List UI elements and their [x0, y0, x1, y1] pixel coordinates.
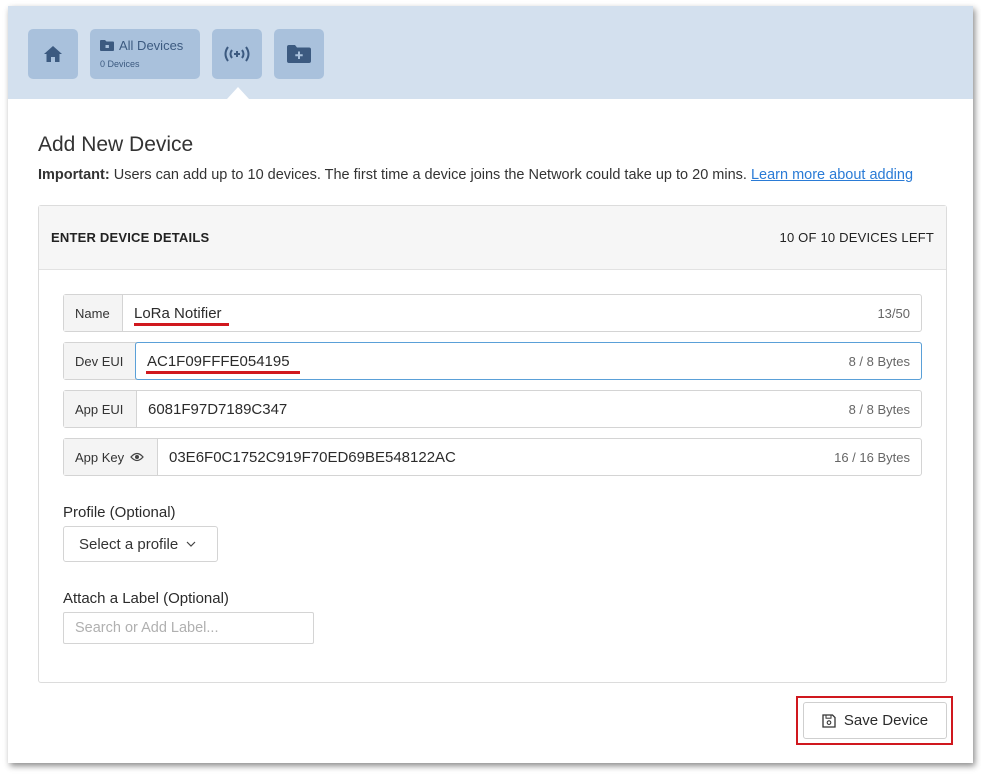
notice-text: Users can add up to 10 devices. The firs… [109, 167, 751, 183]
name-char-count: 13/50 [877, 305, 910, 321]
app-eui-value: 6081F97D7189C347 [148, 400, 288, 418]
dev-eui-field: Dev EUI AC1F09FFFE054195 8 / 8 Bytes [63, 342, 922, 380]
profile-select-value: Select a profile [79, 535, 179, 553]
home-button[interactable] [28, 29, 78, 79]
app-key-input[interactable]: 03E6F0C1752C919F70ED69BE548122AC 16 / 16… [158, 439, 921, 475]
important-notice: Important: Users can add up to 10 device… [38, 167, 973, 183]
app-key-value: 03E6F0C1752C919F70ED69BE548122AC [169, 448, 456, 466]
lora-devices-button[interactable] [212, 29, 262, 79]
notice-bold-label: Important: [38, 167, 110, 183]
top-navigation-bar: All Devices 0 Devices [8, 6, 973, 99]
dev-eui-byte-count: 8 / 8 Bytes [848, 353, 910, 369]
label-search-input[interactable] [63, 612, 314, 644]
save-icon [822, 713, 836, 728]
all-devices-button[interactable]: All Devices 0 Devices [90, 29, 200, 79]
save-device-button[interactable]: Save Device [803, 702, 947, 739]
broadcast-icon [224, 46, 250, 62]
app-window: All Devices 0 Devices Add New Device Imp… [8, 6, 973, 763]
name-input[interactable]: LoRa Notifier 13/50 [123, 295, 921, 331]
dev-eui-label: Dev EUI [64, 343, 136, 379]
add-folder-button[interactable] [274, 29, 324, 79]
page-title: Add New Device [38, 133, 194, 156]
app-eui-label: App EUI [64, 391, 137, 427]
app-key-label: App Key [75, 449, 125, 465]
card-title: ENTER DEVICE DETAILS [51, 230, 210, 245]
all-devices-label: All Devices [119, 38, 184, 53]
devices-left-count: 10 OF 10 DEVICES LEFT [779, 230, 934, 245]
device-details-card: ENTER DEVICE DETAILS 10 OF 10 DEVICES LE… [38, 205, 947, 683]
save-device-label: Save Device [843, 712, 929, 729]
app-eui-field: App EUI 6081F97D7189C347 8 / 8 Bytes [63, 390, 922, 428]
name-label: Name [64, 295, 123, 331]
annotation-underline-name [134, 323, 229, 326]
profile-select[interactable]: Select a profile [63, 526, 218, 562]
annotation-underline-dev-eui [146, 371, 300, 374]
learn-more-link[interactable]: Learn more about adding [751, 167, 913, 183]
app-key-label-wrap: App Key [64, 439, 158, 475]
attach-label-heading: Attach a Label (Optional) [63, 590, 229, 607]
name-value: LoRa Notifier [134, 304, 222, 322]
home-icon [44, 46, 62, 62]
all-devices-count: 0 Devices [100, 59, 140, 69]
folder-plus-icon [287, 45, 311, 63]
folder-lock-icon [100, 40, 114, 51]
app-key-field: App Key 03E6F0C1752C919F70ED69BE548122AC… [63, 438, 922, 476]
active-tab-pointer [227, 87, 249, 99]
app-key-byte-count: 16 / 16 Bytes [834, 449, 910, 465]
eye-icon[interactable] [130, 452, 145, 462]
app-eui-input[interactable]: 6081F97D7189C347 8 / 8 Bytes [137, 391, 921, 427]
name-field: Name LoRa Notifier 13/50 [63, 294, 922, 332]
card-header: ENTER DEVICE DETAILS 10 OF 10 DEVICES LE… [39, 206, 946, 270]
chevron-down-icon [186, 541, 196, 547]
dev-eui-value: AC1F09FFFE054195 [147, 352, 290, 370]
app-eui-byte-count: 8 / 8 Bytes [848, 401, 910, 417]
profile-label: Profile (Optional) [63, 504, 176, 521]
